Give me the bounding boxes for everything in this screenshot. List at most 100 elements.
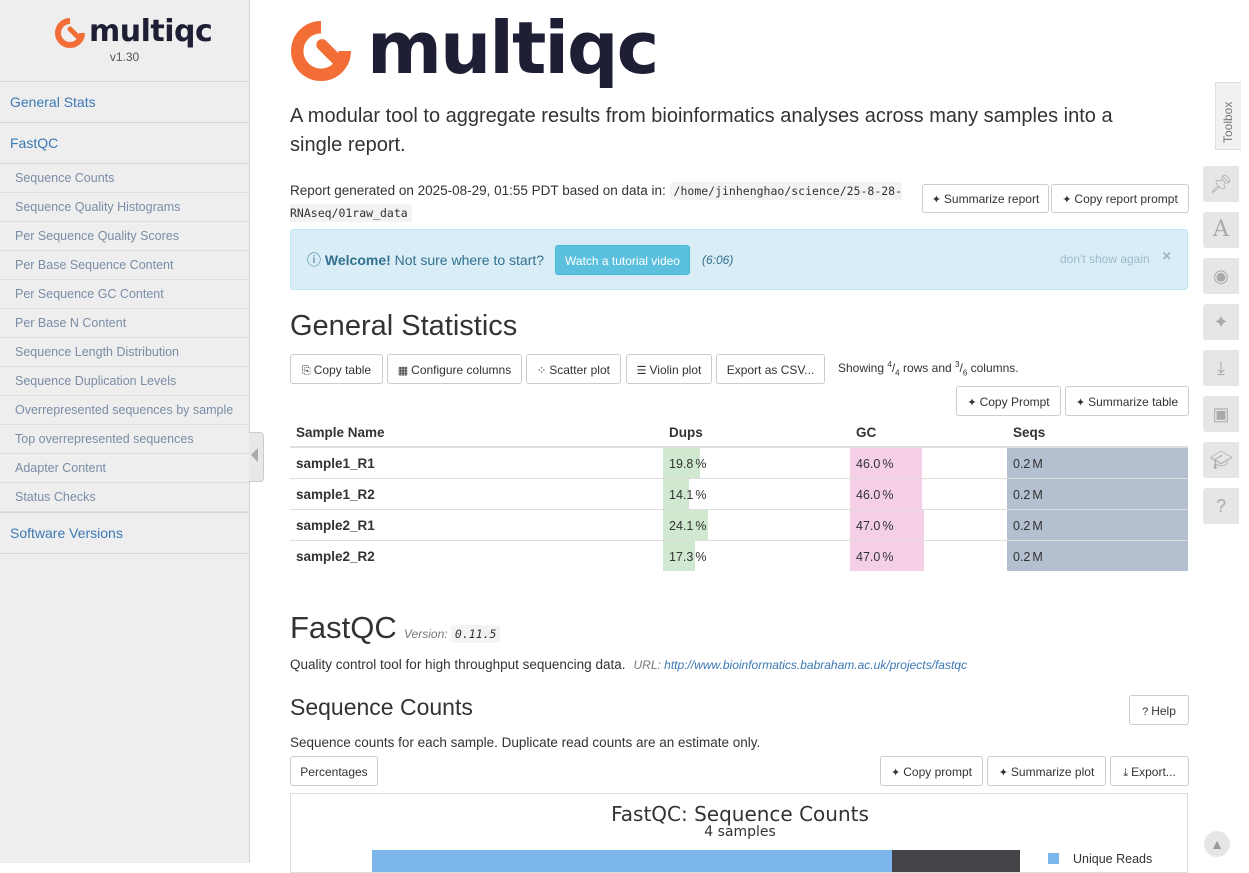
nav-item-sequence-counts[interactable]: Sequence Counts [0, 164, 249, 193]
fastqc-desc-text: Quality control tool for high throughput… [290, 657, 626, 672]
summarize-plot-label: Summarize plot [1010, 765, 1095, 779]
scatter-icon: ⁘ [537, 365, 547, 377]
hide-eye-icon[interactable]: ◉ [1203, 258, 1239, 294]
nav-item-per-base-sequence-content[interactable]: Per Base Sequence Content [0, 251, 249, 280]
cell-seqs: 0.2 M [1007, 478, 1188, 510]
save-icon[interactable]: ▣ [1203, 396, 1239, 432]
nav-item-sequence-duplication-levels[interactable]: Sequence Duplication Levels [0, 367, 249, 396]
font-icon[interactable]: A [1203, 212, 1239, 248]
bar-unique-reads[interactable] [372, 850, 892, 873]
cell-gc-number: 47.0 [856, 549, 881, 564]
copy-table-button[interactable]: ⎘ Copy table [290, 354, 383, 384]
sample-name: sample2_R2 [296, 548, 375, 564]
help-button[interactable]: ? Help [1129, 695, 1189, 725]
cell-gc-value: 46.0% [850, 457, 893, 471]
cell-seqs-number: 0.2 [1013, 456, 1031, 471]
cell-seqs-number: 0.2 [1013, 487, 1031, 502]
scatter-plot-button[interactable]: ⁘ Scatter plot [526, 354, 621, 384]
cell-dups: 24.1% [663, 509, 850, 541]
chevron-left-icon [251, 448, 258, 462]
help-circle-icon[interactable]: ? [1203, 488, 1239, 524]
tutorial-duration: (6:06) [702, 253, 734, 267]
watch-tutorial-button[interactable]: Watch a tutorial video [555, 245, 690, 275]
copy-report-prompt-label: Copy report prompt [1074, 192, 1178, 206]
download-tool-icon[interactable]: ⤓ [1203, 350, 1239, 386]
export-plot-button[interactable]: ⤓ Export... [1110, 756, 1189, 786]
nav-item-sequence-quality-histograms[interactable]: Sequence Quality Histograms [0, 193, 249, 222]
bar-duplicate-reads[interactable] [892, 850, 1020, 873]
cell-gc-value: 47.0% [850, 519, 893, 533]
cell-gc-number: 46.0 [856, 456, 881, 471]
copy-plot-prompt-button[interactable]: ✦ Copy prompt [880, 756, 983, 786]
nav-fastqc[interactable]: FastQC [0, 123, 249, 164]
scroll-to-top-icon[interactable]: ▲ [1204, 831, 1230, 857]
close-icon[interactable]: × [1162, 248, 1171, 266]
export-csv-button[interactable]: Export as CSV... [716, 354, 825, 384]
table-row: sample1_R1 19.8% 46.0% 0.2 M [290, 446, 1188, 479]
nav-item-overrepresented-by-sample[interactable]: Overrepresented sequences by sample [0, 396, 249, 425]
summarize-table-button[interactable]: ✦ Summarize table [1065, 386, 1189, 416]
cell-gc: 46.0% [850, 478, 1007, 510]
col-seqs[interactable]: Seqs [1007, 418, 1188, 448]
percentages-button[interactable]: Percentages [290, 756, 378, 786]
sparkle-icon: ✦ [891, 767, 901, 779]
nav-general-stats[interactable]: General Stats [0, 82, 249, 123]
sidebar-collapse-handle[interactable] [249, 432, 264, 482]
nav-item-per-sequence-quality-scores[interactable]: Per Sequence Quality Scores [0, 222, 249, 251]
fastqc-description: Quality control tool for high throughput… [290, 657, 967, 672]
brand-version: v1.30 [109, 50, 140, 64]
cell-dups: 19.8% [663, 446, 850, 479]
cell-seqs-unit: M [1032, 518, 1043, 533]
sample-name: sample2_R1 [296, 517, 375, 533]
legend-label-unique[interactable]: Unique Reads [1073, 852, 1152, 866]
copy-prompt-label: Copy Prompt [979, 395, 1050, 409]
graduation-cap-icon[interactable]: 🎓︎ [1203, 442, 1239, 478]
scatter-plot-label: Scatter plot [549, 363, 610, 377]
download-icon: ⤓ [1123, 767, 1129, 779]
cell-sample-name: sample2_R1 [290, 509, 663, 541]
cell-gc-unit: % [882, 487, 894, 502]
version-value: 0.11.5 [450, 625, 501, 643]
fastqc-version: Version: 0.11.5 [404, 625, 501, 643]
rows-word: rows and [902, 361, 952, 375]
rows-shown: 4 [887, 360, 892, 369]
cell-seqs: 0.2 M [1007, 509, 1188, 541]
col-dups[interactable]: Dups [663, 418, 850, 448]
toolbox-tab[interactable]: Toolbox [1215, 82, 1241, 150]
help-label: Help [1151, 704, 1176, 718]
nav-item-adapter-content[interactable]: Adapter Content [0, 454, 249, 483]
sparkle-tool-icon[interactable]: ✦ [1203, 304, 1239, 340]
nav-item-per-sequence-gc-content[interactable]: Per Sequence GC Content [0, 280, 249, 309]
info-icon: ⓘ [307, 252, 321, 268]
cell-gc: 47.0% [850, 509, 1007, 541]
summarize-report-button[interactable]: ✦ Summarize report [922, 184, 1049, 213]
dont-show-again-link[interactable]: don't show again [1060, 252, 1150, 266]
nav-item-top-overrepresented[interactable]: Top overrepresented sequences [0, 425, 249, 454]
cell-dups: 17.3% [663, 540, 850, 571]
multiqc-hero-logo-icon [291, 21, 351, 81]
nav-item-sequence-length-distribution[interactable]: Sequence Length Distribution [0, 338, 249, 367]
col-gc[interactable]: GC [850, 418, 1007, 448]
copy-plot-prompt-label: Copy prompt [903, 765, 972, 779]
violin-plot-button[interactable]: ☰ Violin plot [626, 354, 712, 384]
violin-icon: ☰ [636, 365, 647, 377]
table-row: sample2_R1 24.1% 47.0% 0.2 M [290, 509, 1188, 541]
summarize-plot-button[interactable]: ✦ Summarize plot [987, 756, 1106, 786]
col-sample-name[interactable]: Sample Name [290, 418, 663, 448]
sidebar-logo[interactable]: multiqc v1.30 [0, 0, 249, 82]
nav-software-versions[interactable]: Software Versions [0, 512, 249, 554]
grid-icon: ▦ [397, 365, 409, 377]
chart-svg: Unique Reads [372, 849, 1152, 873]
sparkle-icon: ✦ [931, 194, 941, 206]
cell-dups-value: 17.3% [663, 550, 706, 564]
nav-item-status-checks[interactable]: Status Checks [0, 483, 249, 512]
nav-item-per-base-n-content[interactable]: Per Base N Content [0, 309, 249, 338]
fastqc-url-link[interactable]: http://www.bioinformatics.babraham.ac.uk… [664, 658, 967, 672]
configure-columns-button[interactable]: ▦ Configure columns [387, 354, 522, 384]
copy-report-prompt-button[interactable]: ✦ Copy report prompt [1051, 184, 1189, 213]
cell-gc-value: 47.0% [850, 550, 893, 564]
cell-dups-value: 19.8% [663, 457, 706, 471]
copy-table-label: Copy table [313, 363, 372, 377]
pin-icon[interactable]: 📌︎ [1203, 166, 1239, 202]
copy-prompt-button[interactable]: ✦ Copy Prompt [956, 386, 1061, 416]
